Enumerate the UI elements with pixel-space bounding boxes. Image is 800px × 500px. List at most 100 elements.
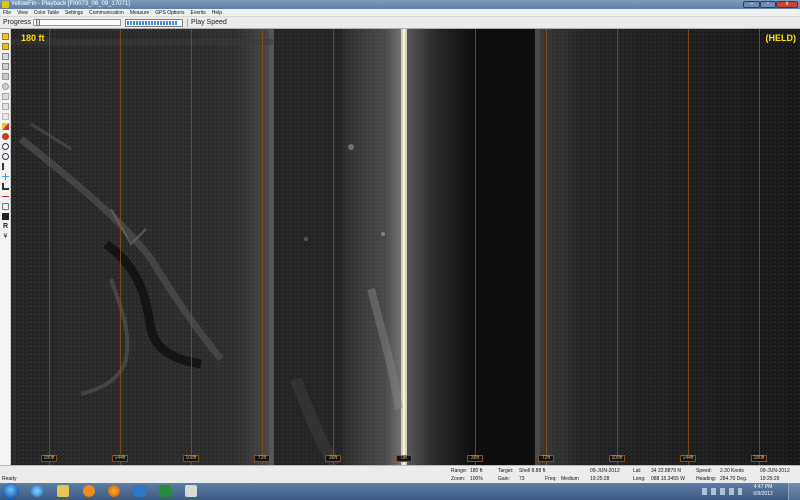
firefox-icon[interactable] <box>108 485 120 497</box>
pointer-icon[interactable] <box>2 163 9 170</box>
speed-field-label: Speed: <box>696 468 712 474</box>
menu-settings[interactable]: Settings <box>62 9 86 17</box>
range-line <box>49 29 50 465</box>
range-line <box>475 29 476 465</box>
menu-events[interactable]: Events <box>187 9 208 17</box>
measure-icon[interactable] <box>2 183 9 190</box>
show-desktop-button[interactable] <box>788 483 800 500</box>
heading-field-label: Heading: <box>696 476 717 482</box>
held-label: (HELD) <box>765 33 797 43</box>
range-field-label: Range: <box>451 468 468 474</box>
anchor-icon[interactable]: ¥ <box>2 233 9 240</box>
taskbar: 4:47 PM 6/9/2012 <box>0 483 800 500</box>
range-line <box>262 29 263 465</box>
scale-tick: 36ft <box>467 455 483 462</box>
yellowfin-icon[interactable] <box>185 485 197 497</box>
settings-icon[interactable] <box>2 83 9 90</box>
scale-tick: 36ft <box>325 455 341 462</box>
open-file-icon[interactable] <box>2 43 9 50</box>
target-value: Shell 8.88 ft <box>519 468 546 474</box>
long-field-label: Long: <box>633 476 646 482</box>
close-button[interactable]: x <box>776 1 798 8</box>
zoom-value: 100% <box>470 476 483 482</box>
tray-icons[interactable] <box>702 488 742 495</box>
play-speed-bar[interactable] <box>125 19 183 27</box>
minimize-button[interactable]: – <box>743 1 760 8</box>
menu-color-table[interactable]: Color Table <box>31 9 62 17</box>
menu-measure[interactable]: Measure <box>127 9 152 17</box>
menu-view[interactable]: View <box>14 9 31 17</box>
zoom-out-icon[interactable] <box>2 153 9 160</box>
toolbar-separator <box>187 19 188 27</box>
menu-gps-options[interactable]: GPS Options <box>152 9 187 17</box>
scale-tick: 72ft <box>538 455 554 462</box>
freq-value: Medium <box>561 476 579 482</box>
stop-icon[interactable] <box>2 133 9 140</box>
ie-icon[interactable] <box>31 485 43 497</box>
save-icon[interactable] <box>2 53 9 60</box>
playback-toolbar: Progress Play Speed <box>0 17 800 29</box>
network-icon[interactable] <box>134 485 146 497</box>
open-folder-icon[interactable] <box>2 33 9 40</box>
range-line <box>191 29 192 465</box>
range-value: 180 ft <box>470 468 483 474</box>
date-value: 09-JUN-2012 <box>590 468 620 474</box>
range-line <box>617 29 618 465</box>
distance-icon[interactable] <box>2 193 9 200</box>
ready-text: Ready <box>2 476 17 482</box>
marker-icon[interactable] <box>2 213 9 220</box>
long-value: 088 15.3455 W <box>651 476 685 482</box>
grid-icon[interactable] <box>2 93 9 100</box>
time2-value: 19:25:29 <box>760 476 780 482</box>
freq-field-label: Freq: <box>545 476 557 482</box>
start-button[interactable] <box>2 483 19 500</box>
gain-value: 73 <box>519 476 525 482</box>
time-value: 19:25:28 <box>590 476 610 482</box>
title-bar: YellowFin - Playback [FI0073_06_09_17071… <box>0 0 800 9</box>
progress-thumb[interactable] <box>35 19 40 26</box>
lat-field-label: Lat: <box>633 468 642 474</box>
date2-value: 09-JUN-2012 <box>760 468 790 474</box>
range-line <box>759 29 760 465</box>
menu-bar: File View Color Table Settings Communication… <box>0 9 800 17</box>
range-line <box>333 29 334 465</box>
window-title: YellowFin - Playback [FI0073_06_09_17071… <box>11 1 130 7</box>
folder-icon[interactable] <box>57 485 69 497</box>
menu-communication[interactable]: Communication <box>86 9 127 17</box>
scale-tick: 144ft <box>112 455 128 462</box>
ruler-icon[interactable] <box>2 113 9 120</box>
text-tool-icon[interactable]: R <box>2 223 9 230</box>
image-icon[interactable] <box>2 103 9 110</box>
crosshair-icon[interactable] <box>2 173 9 180</box>
tape-icon[interactable] <box>2 203 9 210</box>
clock-time: 4:47 PM <box>753 484 773 490</box>
excel-icon[interactable] <box>159 485 171 497</box>
menu-file[interactable]: File <box>0 9 14 17</box>
menu-help[interactable]: Help <box>209 9 225 17</box>
range-line <box>546 29 547 465</box>
sonar-image <box>11 29 800 465</box>
scale-tick: 180ft <box>41 455 57 462</box>
heading-value: 284.70 Deg. <box>720 476 748 482</box>
zoom-in-icon[interactable] <box>2 143 9 150</box>
scale-tick: 72ft <box>254 455 270 462</box>
range-label: 180 ft <box>21 33 45 43</box>
pencil-icon[interactable] <box>2 123 9 130</box>
camera-icon[interactable] <box>2 73 9 80</box>
scale-tick: 180ft <box>751 455 767 462</box>
target-field-label: Target: <box>498 468 514 474</box>
sonar-display[interactable]: 180 ft (HELD) 180ft 144ft 108ft 72ft 36f… <box>11 29 800 465</box>
clock[interactable]: 4:47 PM 6/9/2012 <box>745 484 781 498</box>
print-icon[interactable] <box>2 63 9 70</box>
range-line <box>688 29 689 465</box>
speed-value: 2.30 Knots <box>720 468 744 474</box>
play-speed-fill <box>127 21 179 25</box>
scale-tick: 0ft <box>396 455 412 462</box>
scale-tick: 108ft <box>183 455 199 462</box>
media-player-icon[interactable] <box>83 485 95 497</box>
progress-slider[interactable] <box>33 19 121 26</box>
maximize-button[interactable]: ▫ <box>760 1 776 8</box>
gain-field-label: Gain: <box>498 476 510 482</box>
range-line <box>120 29 121 465</box>
clock-date: 6/9/2012 <box>753 491 773 497</box>
